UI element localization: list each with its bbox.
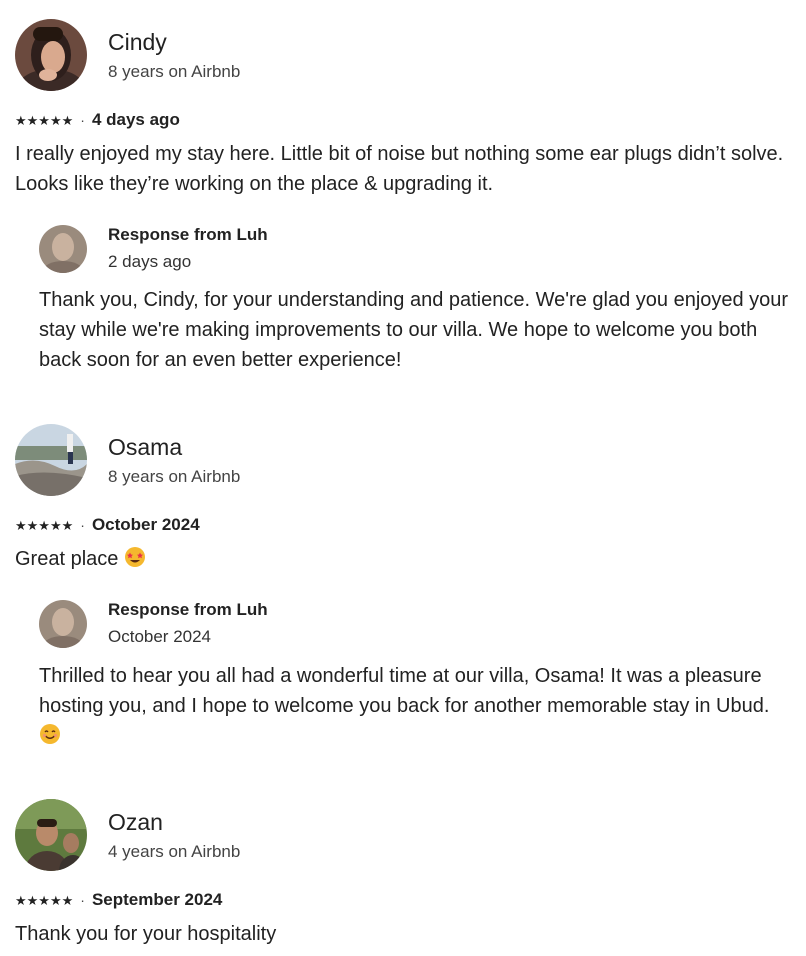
reviewer-tenure: 4 years on Airbnb bbox=[108, 842, 241, 861]
host-response-text: Thrilled to hear you all had a wonderful… bbox=[39, 661, 789, 751]
review-date: October 2024 bbox=[91, 515, 200, 534]
star-rating-icon: ★★★★★ bbox=[15, 517, 74, 533]
avatar-osama[interactable] bbox=[15, 424, 87, 496]
star-rating-icon: ★★★★★ bbox=[15, 112, 74, 128]
host-avatar-image bbox=[39, 600, 87, 648]
reviewer-name: Cindy bbox=[108, 29, 167, 55]
review-comment: Great place bbox=[15, 544, 795, 574]
host-response-title: Response from Luh bbox=[108, 225, 268, 244]
review-meta: ★★★★★ · October 2024 bbox=[15, 514, 200, 536]
review-comment: I really enjoyed my stay here. Little bi… bbox=[15, 143, 784, 195]
review-date: 4 days ago bbox=[91, 110, 180, 129]
host-response-date: 2 days ago bbox=[108, 252, 192, 271]
meta-separator: · bbox=[80, 112, 85, 128]
review-date: September 2024 bbox=[91, 890, 223, 909]
host-response-text: Thank you, Cindy, for your understanding… bbox=[39, 289, 789, 371]
review-comment: Thank you for your hospitality bbox=[15, 923, 277, 945]
avatar-cindy-image bbox=[15, 19, 87, 91]
host-response-text-body: Thrilled to hear you all had a wonderful… bbox=[39, 665, 770, 717]
reviewer-tenure: 8 years on Airbnb bbox=[108, 467, 241, 486]
host-response-date: October 2024 bbox=[108, 627, 212, 646]
host-avatar-image bbox=[39, 225, 87, 273]
avatar-ozan-image bbox=[15, 799, 87, 871]
smiling-face-emoji-icon bbox=[40, 724, 60, 744]
review-meta: ★★★★★ · September 2024 bbox=[15, 889, 222, 911]
star-struck-emoji-icon bbox=[124, 547, 145, 567]
review-comment-text: Great place bbox=[15, 548, 119, 570]
review-meta: ★★★★★ · 4 days ago bbox=[15, 109, 180, 131]
avatar-ozan[interactable] bbox=[15, 799, 87, 871]
avatar-osama-image bbox=[15, 424, 87, 496]
reviewer-name: Osama bbox=[108, 434, 183, 460]
host-avatar-luh[interactable] bbox=[39, 225, 87, 273]
reviewer-tenure: 8 years on Airbnb bbox=[108, 62, 241, 81]
host-avatar-luh[interactable] bbox=[39, 600, 87, 648]
reviewer-name: Ozan bbox=[108, 809, 163, 835]
star-rating-icon: ★★★★★ bbox=[15, 892, 74, 908]
meta-separator: · bbox=[80, 517, 85, 533]
host-response-title: Response from Luh bbox=[108, 600, 268, 619]
avatar-cindy[interactable] bbox=[15, 19, 87, 91]
meta-separator: · bbox=[80, 892, 85, 908]
